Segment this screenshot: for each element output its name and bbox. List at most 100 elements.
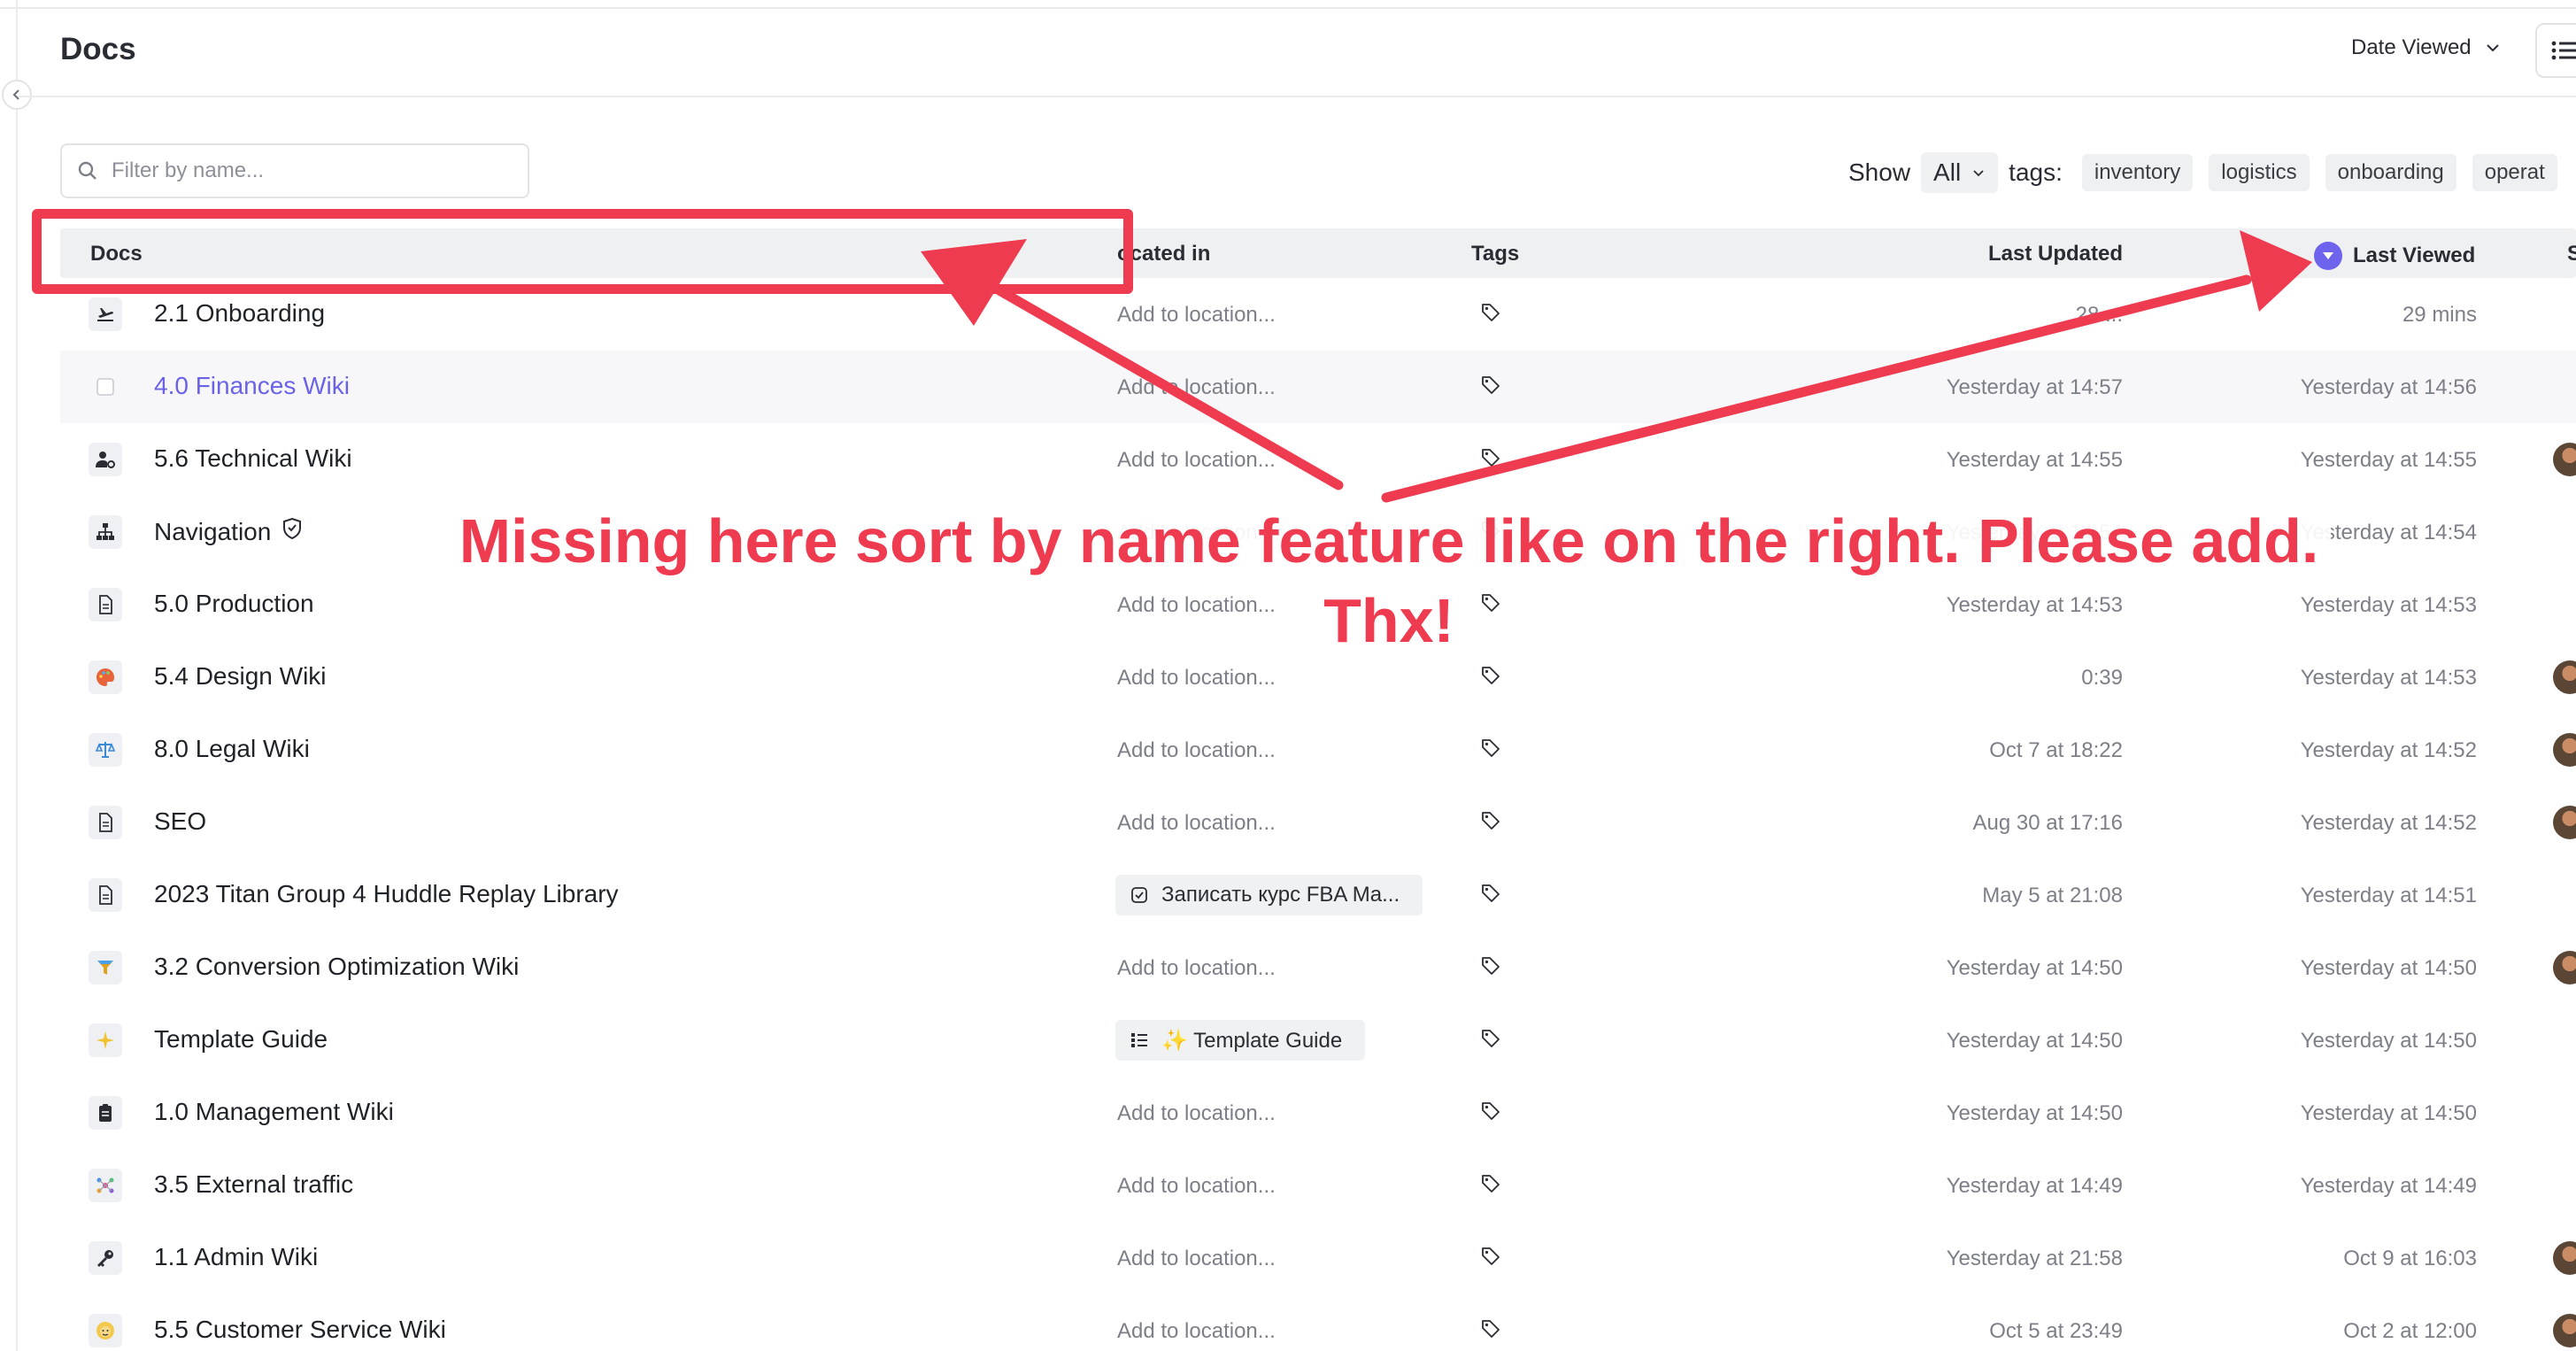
last-viewed-value: Oct 2 at 12:00 (2343, 1319, 2477, 1343)
add-to-location-link[interactable]: Add to location... (1117, 811, 1276, 836)
doc-name[interactable]: 1.0 Management Wiki (154, 1098, 394, 1126)
tag-icon[interactable] (1480, 883, 1501, 908)
column-header-last-updated[interactable]: Last Updated (1988, 242, 2123, 266)
add-to-location-link[interactable]: Add to location... (1117, 956, 1276, 981)
document-icon (89, 806, 122, 839)
add-to-location-link[interactable]: Add to location... (1117, 666, 1276, 691)
location-chip[interactable]: ✨ Template Guide (1115, 1020, 1366, 1061)
last-updated-value: Oct 7 at 18:22 (1989, 738, 2123, 762)
location-chip-label: ✨ Template Guide (1161, 1028, 1343, 1053)
doc-name[interactable]: 8.0 Legal Wiki (154, 735, 310, 763)
list-view-icon (2551, 41, 2576, 60)
column-header-last-viewed-label: Last Viewed (2353, 243, 2476, 267)
doc-name-text: 2.1 Onboarding (154, 299, 326, 327)
column-header-tags[interactable]: Tags (1471, 242, 1519, 266)
avatar[interactable] (2553, 951, 2576, 984)
tag-icon[interactable] (1480, 1100, 1501, 1126)
tag-chip-inventory[interactable]: inventory (2081, 154, 2194, 191)
tag-icon[interactable] (1480, 737, 1501, 763)
doc-name-text: 3.2 Conversion Optimization Wiki (154, 953, 520, 980)
collapse-sidebar-button[interactable] (2, 80, 32, 110)
table-row[interactable]: 1.0 Management Wiki Add to location... Yes… (60, 1077, 2576, 1149)
last-updated-value: Yesterday at 14:49 (1946, 1174, 2123, 1198)
show-filter-bar: Show All tags: inventory logistics onboa… (1848, 152, 2573, 193)
doc-name[interactable]: 3.2 Conversion Optimization Wiki (154, 953, 519, 981)
column-header-extra[interactable]: S (2567, 242, 2576, 266)
doc-name[interactable]: 5.5 Customer Service Wiki (154, 1316, 446, 1344)
table-row[interactable]: 3.2 Conversion Optimization Wiki Add to l… (60, 931, 2576, 1004)
show-select[interactable]: All (1921, 152, 1999, 193)
avatar[interactable] (2553, 806, 2576, 839)
tag-icon[interactable] (1480, 665, 1501, 691)
filter-input[interactable] (112, 158, 501, 183)
tag-icon[interactable] (1480, 302, 1501, 328)
tag-icon[interactable] (1480, 1028, 1501, 1054)
tag-icon[interactable] (1480, 374, 1501, 400)
doc-name[interactable]: Navigation (154, 517, 303, 546)
doc-name[interactable]: 2.1 Onboarding (154, 299, 325, 328)
tag-icon[interactable] (1480, 955, 1501, 981)
tag-icon[interactable] (1480, 1173, 1501, 1199)
filter-field[interactable] (60, 143, 529, 198)
add-to-location-link[interactable]: Add to location... (1117, 303, 1276, 328)
avatar[interactable] (2553, 1314, 2576, 1347)
tag-chip-operations[interactable]: operat (2472, 154, 2557, 191)
doc-name[interactable]: 4.0 Finances Wiki (154, 372, 350, 400)
table-row[interactable]: Template Guide ✨ Template Guide Yesterday … (60, 1004, 2576, 1077)
avatar[interactable] (2553, 733, 2576, 767)
doc-name-text: 5.0 Production (154, 590, 314, 617)
last-updated-value: 0:39 (2081, 666, 2123, 690)
network-icon (89, 1169, 122, 1202)
add-to-location-link[interactable]: Add to location... (1117, 738, 1276, 763)
avatar[interactable] (2553, 443, 2576, 476)
column-header-last-viewed[interactable]: Last Viewed (2314, 242, 2475, 270)
table-row[interactable]: 1.1 Admin Wiki Add to location... Yesterda… (60, 1222, 2576, 1294)
doc-name[interactable]: Template Guide (154, 1025, 328, 1054)
top-border (0, 0, 2576, 9)
sort-descending-icon[interactable] (2314, 242, 2342, 270)
doc-name[interactable]: 2023 Titan Group 4 Huddle Replay Library (154, 880, 619, 908)
table-row[interactable]: 3.5 External traffic Add to location... Ye… (60, 1149, 2576, 1222)
avatar[interactable] (2553, 660, 2576, 694)
last-updated-value: 28 ... (2075, 303, 2123, 327)
add-to-location-link[interactable]: Add to location... (1117, 1247, 1276, 1271)
add-to-location-link[interactable]: Add to location... (1117, 1101, 1276, 1126)
location-chip[interactable]: Записать курс FBA Ma... (1115, 875, 1423, 915)
table-row[interactable]: 8.0 Legal Wiki Add to location... Oct 7 at… (60, 714, 2576, 786)
doc-name[interactable]: 5.4 Design Wiki (154, 662, 327, 691)
table-row[interactable]: 5.6 Technical Wiki Add to location... Yest… (60, 423, 2576, 496)
doc-name[interactable]: 5.0 Production (154, 590, 314, 618)
last-viewed-value: Yesterday at 14:52 (2300, 811, 2477, 835)
avatar[interactable] (2553, 1241, 2576, 1275)
doc-name[interactable]: 5.6 Technical Wiki (154, 444, 352, 473)
list-icon (1130, 1031, 1149, 1050)
sort-dropdown[interactable]: Date Viewed (2351, 35, 2502, 60)
table-row[interactable]: 2023 Titan Group 4 Huddle Replay Library… (60, 859, 2576, 931)
tag-icon[interactable] (1480, 1246, 1501, 1271)
doc-name-text: 8.0 Legal Wiki (154, 735, 310, 762)
tag-icon[interactable] (1480, 1318, 1501, 1344)
palette-icon (89, 660, 122, 694)
user-gear-icon (89, 443, 122, 476)
table-row[interactable]: 4.0 Finances Wiki Add to location... Yeste… (60, 351, 2576, 423)
view-toggle-button[interactable] (2535, 23, 2576, 78)
sitemap-icon (89, 515, 122, 549)
tag-icon[interactable] (1480, 810, 1501, 836)
doc-name[interactable]: 1.1 Admin Wiki (154, 1243, 318, 1271)
add-to-location-link[interactable]: Add to location... (1117, 375, 1276, 400)
tag-chip-onboarding[interactable]: onboarding (2325, 154, 2456, 191)
sort-dropdown-label: Date Viewed (2351, 35, 2472, 59)
table-row[interactable]: 5.5 Customer Service Wiki Add to location… (60, 1294, 2576, 1351)
add-to-location-link[interactable]: Add to location... (1117, 448, 1276, 473)
doc-name-text: SEO (154, 807, 207, 835)
doc-name[interactable]: 3.5 External traffic (154, 1170, 353, 1199)
table-row[interactable]: SEO Add to location... Aug 30 at 17:16 Yest… (60, 786, 2576, 859)
add-to-location-link[interactable]: Add to location... (1117, 1174, 1276, 1199)
doc-name[interactable]: SEO (154, 807, 206, 836)
tag-chip-logistics[interactable]: logistics (2209, 154, 2310, 191)
add-to-location-link[interactable]: Add to location... (1117, 1319, 1276, 1344)
tag-icon[interactable] (1480, 447, 1501, 473)
page-title: Docs (60, 32, 136, 66)
last-updated-value: Oct 5 at 23:49 (1989, 1319, 2123, 1343)
last-updated-value: May 5 at 21:08 (1982, 884, 2123, 907)
